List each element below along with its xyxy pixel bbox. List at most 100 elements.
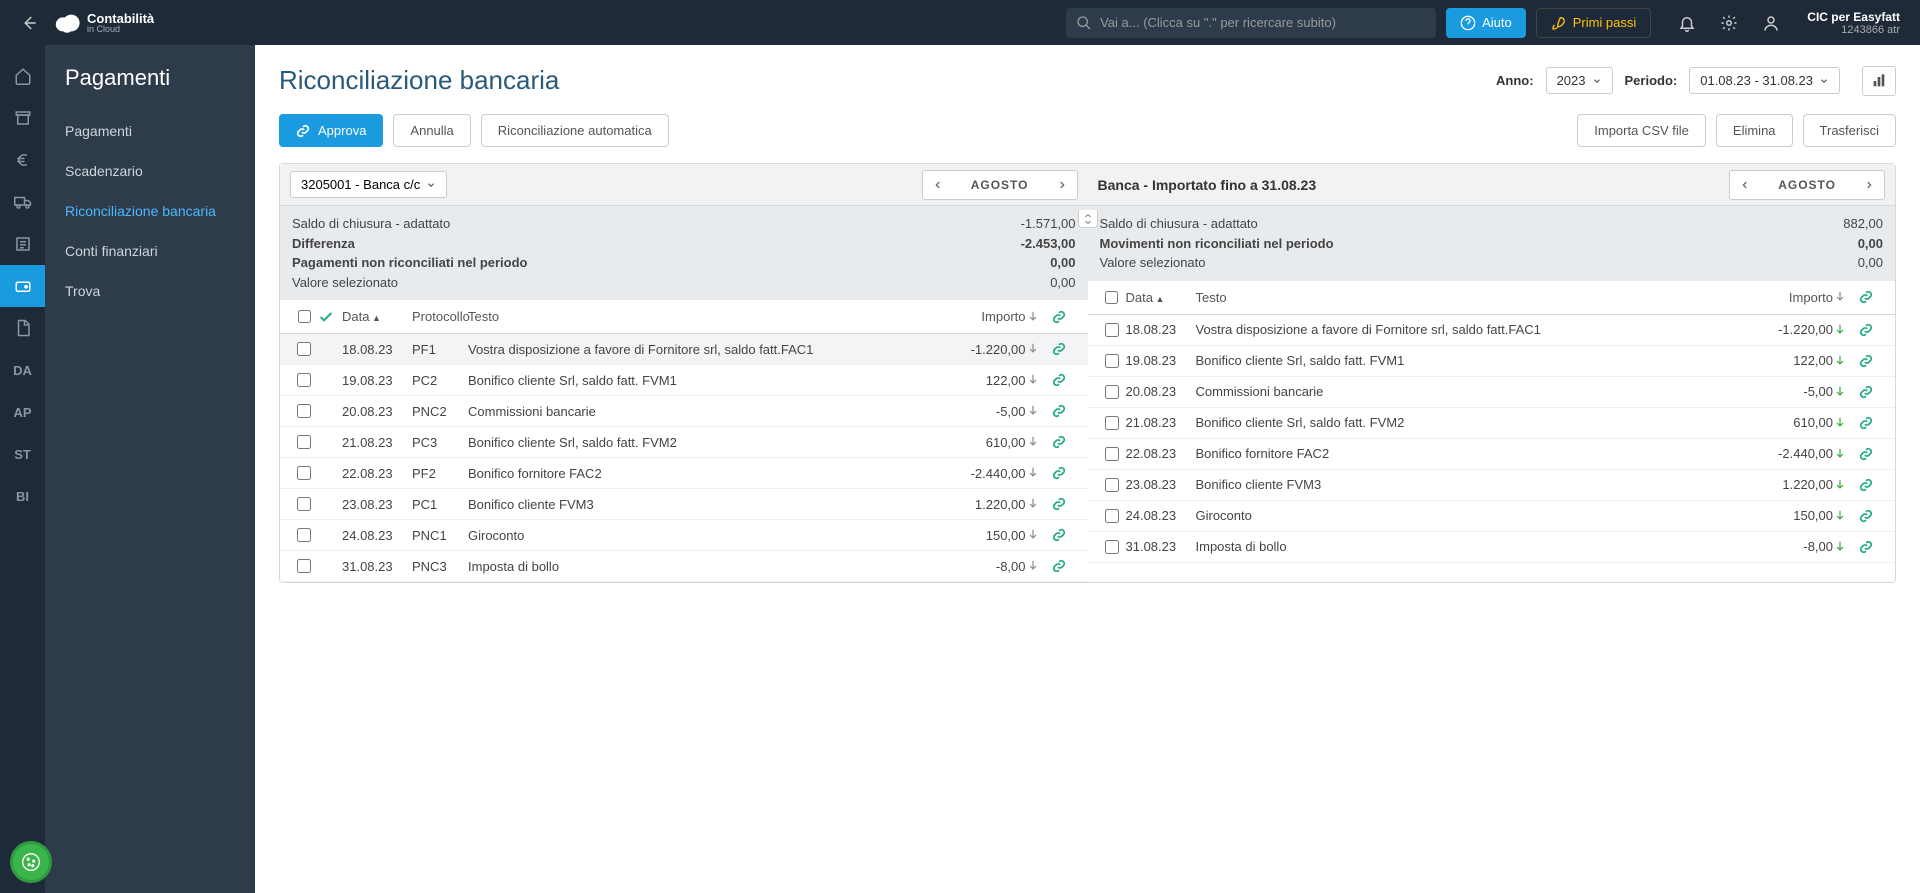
sidebar-item-riconciliazione-bancaria[interactable]: Riconciliazione bancaria <box>45 191 255 231</box>
link-icon[interactable] <box>1859 416 1885 430</box>
sidebar-item-scadenzario[interactable]: Scadenzario <box>45 151 255 191</box>
transfer-button[interactable]: Trasferisci <box>1803 114 1896 147</box>
first-steps-button[interactable]: Primi passi <box>1536 8 1652 38</box>
link-icon[interactable] <box>1052 342 1078 356</box>
sidebar-item-conti-finanziari[interactable]: Conti finanziari <box>45 231 255 271</box>
arrow-down-icon[interactable] <box>1026 435 1052 449</box>
chart-button[interactable] <box>1862 66 1896 96</box>
row-checkbox[interactable] <box>1105 354 1119 368</box>
table-row[interactable]: 24.08.23PNC1Giroconto150,00 <box>280 520 1088 551</box>
table-row[interactable]: 18.08.23Vostra disposizione a favore di … <box>1088 315 1896 346</box>
cookie-settings-button[interactable] <box>10 841 52 883</box>
left-amount-header[interactable]: Importo <box>936 309 1026 324</box>
table-row[interactable]: 20.08.23Commissioni bancarie-5,00 <box>1088 377 1896 408</box>
arrow-down-icon[interactable] <box>1026 528 1052 542</box>
row-checkbox[interactable] <box>1105 478 1119 492</box>
arrow-down-icon[interactable] <box>1833 447 1859 461</box>
right-next-month-button[interactable] <box>1854 180 1884 190</box>
rail-euro[interactable] <box>0 139 45 181</box>
account-dropdown[interactable]: 3205001 - Banca c/c <box>290 171 447 198</box>
left-date-header[interactable]: Data <box>342 309 412 324</box>
row-checkbox[interactable] <box>297 435 311 449</box>
arrow-down-icon[interactable] <box>1833 509 1859 523</box>
rail-home[interactable] <box>0 55 45 97</box>
expand-toggle[interactable] <box>1078 210 1098 228</box>
arrow-down-icon[interactable] <box>1833 323 1859 337</box>
import-csv-button[interactable]: Importa CSV file <box>1577 114 1706 147</box>
right-amount-header[interactable]: Importo <box>1743 290 1833 305</box>
row-checkbox[interactable] <box>1105 385 1119 399</box>
table-row[interactable]: 24.08.23Giroconto150,00 <box>1088 501 1896 532</box>
sidebar-item-pagamenti[interactable]: Pagamenti <box>45 111 255 151</box>
row-checkbox[interactable] <box>1105 509 1119 523</box>
arrow-down-icon[interactable] <box>1833 385 1859 399</box>
arrow-down-icon[interactable] <box>1026 404 1052 418</box>
app-logo[interactable]: Contabilità in Cloud <box>53 9 154 37</box>
rail-list[interactable] <box>0 223 45 265</box>
user-info[interactable]: CIC per Easyfatt 1243866 atr <box>1807 10 1900 36</box>
arrow-down-icon[interactable] <box>1026 559 1052 573</box>
row-checkbox[interactable] <box>297 497 311 511</box>
row-checkbox[interactable] <box>297 528 311 542</box>
right-date-header[interactable]: Data <box>1126 290 1196 305</box>
arrow-down-icon[interactable] <box>1833 540 1859 554</box>
delete-button[interactable]: Elimina <box>1716 114 1793 147</box>
auto-reconcile-button[interactable]: Riconciliazione automatica <box>481 114 669 147</box>
rail-bi[interactable]: BI <box>0 475 45 517</box>
link-icon[interactable] <box>1859 540 1885 554</box>
global-search[interactable]: Vai a... (Clicca su "." per ricercare su… <box>1066 8 1436 38</box>
left-select-all[interactable] <box>298 310 311 323</box>
table-row[interactable]: 20.08.23PNC2Commissioni bancarie-5,00 <box>280 396 1088 427</box>
rail-doc[interactable] <box>0 307 45 349</box>
link-icon[interactable] <box>1052 559 1078 573</box>
table-row[interactable]: 31.08.23PNC3Imposta di bollo-8,00 <box>280 551 1088 582</box>
row-checkbox[interactable] <box>297 559 311 573</box>
right-select-all[interactable] <box>1105 291 1118 304</box>
gear-icon[interactable] <box>1720 14 1738 32</box>
row-checkbox[interactable] <box>297 466 311 480</box>
rail-st[interactable]: ST <box>0 433 45 475</box>
prev-month-button[interactable] <box>923 180 953 190</box>
link-icon[interactable] <box>1052 466 1078 480</box>
arrow-down-icon[interactable] <box>1833 354 1859 368</box>
row-checkbox[interactable] <box>1105 416 1119 430</box>
approve-button[interactable]: Approva <box>279 114 383 147</box>
next-month-button[interactable] <box>1047 180 1077 190</box>
row-checkbox[interactable] <box>1105 323 1119 337</box>
right-prev-month-button[interactable] <box>1730 180 1760 190</box>
table-row[interactable]: 19.08.23Bonifico cliente Srl, saldo fatt… <box>1088 346 1896 377</box>
link-icon[interactable] <box>1052 373 1078 387</box>
table-row[interactable]: 19.08.23PC2Bonifico cliente Srl, saldo f… <box>280 365 1088 396</box>
arrow-down-icon[interactable] <box>1833 478 1859 492</box>
link-icon[interactable] <box>1052 435 1078 449</box>
left-text-header[interactable]: Testo <box>468 309 936 324</box>
table-row[interactable]: 31.08.23Imposta di bollo-8,00 <box>1088 532 1896 563</box>
arrow-down-icon[interactable] <box>1026 342 1052 356</box>
link-icon[interactable] <box>1859 478 1885 492</box>
table-row[interactable]: 23.08.23PC1Bonifico cliente FVM31.220,00 <box>280 489 1088 520</box>
row-checkbox[interactable] <box>297 342 311 356</box>
link-icon[interactable] <box>1859 385 1885 399</box>
table-row[interactable]: 23.08.23Bonifico cliente FVM31.220,00 <box>1088 470 1896 501</box>
link-icon[interactable] <box>1052 497 1078 511</box>
rail-archive[interactable] <box>0 97 45 139</box>
left-proto-header[interactable]: Protocollo <box>412 309 468 324</box>
link-icon[interactable] <box>1859 447 1885 461</box>
bell-icon[interactable] <box>1678 14 1696 32</box>
link-icon[interactable] <box>1859 354 1885 368</box>
link-icon[interactable] <box>1859 323 1885 337</box>
arrow-down-icon[interactable] <box>1026 497 1052 511</box>
arrow-down-icon[interactable] <box>1026 373 1052 387</box>
arrow-down-icon[interactable] <box>1833 416 1859 430</box>
rail-da[interactable]: DA <box>0 349 45 391</box>
back-arrow-icon[interactable] <box>20 14 38 32</box>
rail-truck[interactable] <box>0 181 45 223</box>
cancel-button[interactable]: Annulla <box>393 114 470 147</box>
arrow-down-icon[interactable] <box>1026 466 1052 480</box>
table-row[interactable]: 22.08.23PF2Bonifico fornitore FAC2-2.440… <box>280 458 1088 489</box>
row-checkbox[interactable] <box>1105 540 1119 554</box>
row-checkbox[interactable] <box>1105 447 1119 461</box>
rail-ap[interactable]: AP <box>0 391 45 433</box>
row-checkbox[interactable] <box>297 404 311 418</box>
table-row[interactable]: 18.08.23PF1Vostra disposizione a favore … <box>280 334 1088 365</box>
